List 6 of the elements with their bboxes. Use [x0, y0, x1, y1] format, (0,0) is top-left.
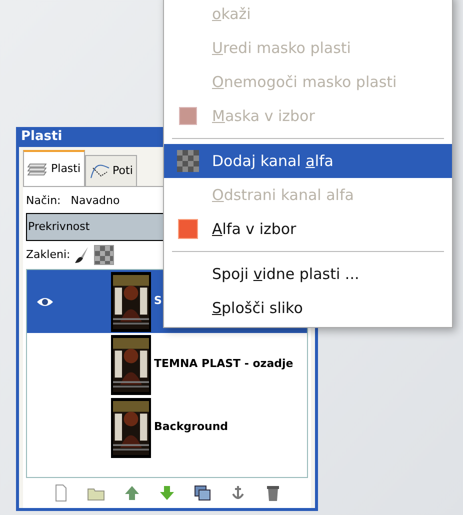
layer-name: S [154, 293, 162, 310]
mode-label: Način: [26, 192, 61, 209]
window-title: Plasti [20, 128, 64, 146]
layer-name: Background [154, 419, 228, 436]
layer-name: TEMNA PLAST - ozadje [154, 356, 294, 372]
lock-label: Zakleni: [26, 246, 70, 263]
